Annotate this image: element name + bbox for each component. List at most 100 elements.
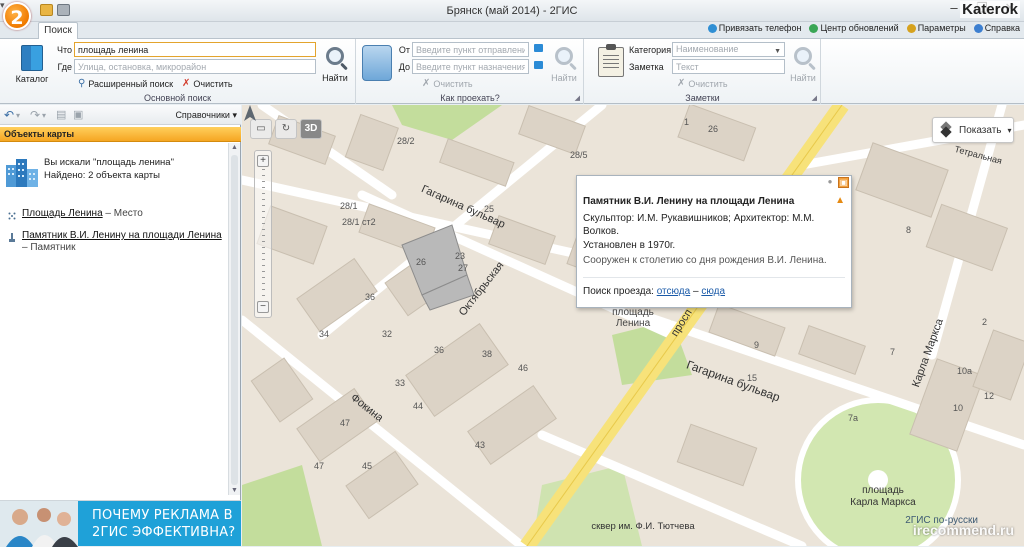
scroll-down-icon[interactable]: ▼ bbox=[231, 487, 238, 494]
from-pin-icon[interactable] bbox=[534, 44, 543, 52]
house-number: 7 bbox=[890, 347, 896, 357]
monument-icon bbox=[8, 233, 16, 242]
house-number: 12 bbox=[984, 391, 995, 401]
gear-icon bbox=[906, 23, 916, 33]
scroll-up-icon[interactable]: ▲ bbox=[231, 144, 238, 151]
notes-clear-button[interactable]: ✗ Очистить bbox=[677, 78, 728, 89]
where-input[interactable] bbox=[74, 59, 316, 74]
from-input[interactable] bbox=[412, 42, 529, 57]
refresh-icon bbox=[809, 23, 819, 33]
forward-dropdown-icon[interactable]: ▾ bbox=[42, 111, 46, 120]
category-select[interactable]: Наименование ▼ bbox=[672, 42, 785, 57]
what-input[interactable] bbox=[74, 42, 316, 57]
back-arrow-icon[interactable]: ↶ bbox=[4, 108, 14, 122]
clear-button[interactable]: ✗ Очистить bbox=[182, 78, 233, 89]
left-panel: ↶ ▾ ↷ ▾ ▤ ▣ Справочники ▾ Объекты карты … bbox=[0, 105, 241, 547]
popup-title: Памятник В.И. Ленину на площади Ленина bbox=[583, 196, 795, 207]
clear-icon: ✗ bbox=[182, 78, 191, 89]
notes-clipboard-icon bbox=[598, 44, 624, 77]
popup-route-search: Поиск проезда: отсюда – сюда bbox=[583, 286, 726, 297]
zoom-control[interactable]: + − bbox=[254, 150, 272, 318]
find-button[interactable]: Найти bbox=[318, 47, 352, 83]
username-watermark: Katerok bbox=[960, 1, 1020, 18]
found-count-text: Найдено: 2 объекта карты bbox=[44, 170, 160, 181]
notes-expand-icon[interactable]: ◢ bbox=[812, 94, 817, 102]
house-number: 7а bbox=[848, 413, 859, 423]
zoom-in-button[interactable]: + bbox=[257, 155, 269, 167]
house-number: 9 bbox=[754, 340, 760, 350]
route-expand-icon[interactable]: ◢ bbox=[575, 94, 580, 102]
export-icon[interactable]: ▣ bbox=[73, 108, 83, 121]
house-number: 44 bbox=[413, 401, 424, 411]
window-title: Брянск (май 2014) - 2ГИС bbox=[446, 5, 578, 17]
house-number: 27 bbox=[458, 263, 469, 273]
left-panel-scrollbar[interactable]: ▲ ▼ bbox=[228, 143, 240, 495]
link-update-center[interactable]: Центр обновлений bbox=[809, 23, 899, 33]
from-label: От bbox=[398, 45, 410, 55]
link-settings[interactable]: Параметры bbox=[906, 23, 966, 33]
top-links: Привязать телефон Центр обновлений Парам… bbox=[707, 23, 1020, 33]
house-number: 2 bbox=[982, 317, 988, 327]
object-popup: ● ▣ Памятник В.И. Ленину на площади Лени… bbox=[576, 175, 852, 308]
print-list-icon[interactable]: ▤ bbox=[56, 108, 66, 121]
zoom-slider-track[interactable] bbox=[262, 169, 265, 299]
route-clear-button[interactable]: ✗ Очистить bbox=[422, 78, 473, 89]
searched-query-text: Вы искали "площадь ленина" bbox=[44, 157, 174, 168]
app-logo[interactable]: 2 bbox=[3, 2, 31, 30]
popup-description: Сооружен к столетию со дня рождения В.И.… bbox=[583, 255, 827, 266]
ad-banner[interactable]: ПОЧЕМУ РЕКЛАМА В 2ГИС ЭФФЕКТИВНА? bbox=[0, 500, 241, 547]
note-label: Заметка bbox=[629, 62, 664, 72]
house-number: 32 bbox=[382, 329, 393, 339]
to-input[interactable] bbox=[412, 59, 529, 74]
forward-arrow-icon[interactable]: ↷ bbox=[30, 108, 40, 122]
house-number: 47 bbox=[340, 418, 351, 428]
back-dropdown-icon[interactable]: ▾ bbox=[16, 111, 20, 120]
result-item-monument[interactable]: Памятник В.И. Ленину на площади Ленина –… bbox=[22, 230, 222, 254]
popup-controls: ● ▣ bbox=[825, 177, 849, 188]
left-panel-toolbar: ↶ ▾ ↷ ▾ ▤ ▣ Справочники ▾ bbox=[0, 105, 241, 125]
note-input[interactable] bbox=[672, 59, 785, 74]
advanced-search-button[interactable]: ⚲ Расширенный поиск bbox=[78, 78, 173, 89]
house-number: 28/1 bbox=[340, 201, 358, 211]
compass-icon[interactable] bbox=[242, 105, 258, 127]
rotate-button[interactable]: ↻ bbox=[275, 119, 297, 139]
pin-icon[interactable]: ● bbox=[825, 177, 835, 187]
route-find-button[interactable]: Найти bbox=[547, 47, 581, 83]
group-main-search: Каталог Что Где Найти ⚲ Расширенный поис… bbox=[0, 39, 356, 104]
clear-icon: ✗ bbox=[677, 78, 686, 89]
map-view[interactable]: 28/2 28/5 28/1 28/1 ст2 23 26 25 27 36 3… bbox=[242, 105, 1024, 546]
result-item-place[interactable]: Площадь Ленина – Место bbox=[22, 208, 143, 220]
warning-icon[interactable]: ▲ bbox=[835, 195, 845, 206]
scroll-thumb[interactable] bbox=[231, 155, 238, 485]
popup-close-button[interactable]: ▣ bbox=[838, 177, 849, 188]
house-number: 34 bbox=[319, 329, 330, 339]
to-pin-icon[interactable] bbox=[534, 61, 543, 69]
where-label: Где bbox=[57, 62, 72, 72]
house-number: 38 bbox=[482, 349, 493, 359]
link-help[interactable]: Справка bbox=[973, 23, 1020, 33]
chevron-down-icon: ▾ bbox=[1007, 125, 1012, 135]
map-toolbar: ▭ ↻ 3D bbox=[250, 119, 322, 139]
house-number: 1 bbox=[684, 117, 690, 127]
zoom-out-button[interactable]: − bbox=[257, 301, 269, 313]
title-bar: ▾ Брянск (май 2014) - 2ГИС – ❐ ✕ Katerok bbox=[0, 0, 1024, 22]
route-from-here-link[interactable]: отсюда bbox=[657, 286, 691, 297]
house-number: 28/2 bbox=[397, 136, 415, 146]
notes-find-button[interactable]: Найти bbox=[786, 47, 820, 83]
phone-icon bbox=[707, 23, 717, 33]
house-number: 36 bbox=[365, 292, 376, 302]
house-number: 43 bbox=[475, 440, 486, 450]
route-to-here-link[interactable]: сюда bbox=[701, 286, 725, 297]
to-label: До bbox=[398, 62, 410, 72]
group-label-main-search: Основной поиск bbox=[143, 93, 212, 103]
place-label: сквер им. Ф.И. Тютчева bbox=[591, 521, 695, 532]
ad-text: ПОЧЕМУ РЕКЛАМА В 2ГИС ЭФФЕКТИВНА? bbox=[92, 508, 236, 540]
place-label: площадь Ленина bbox=[612, 307, 654, 329]
tab-search[interactable]: Поиск bbox=[38, 22, 78, 39]
3d-toggle-button[interactable]: 3D bbox=[300, 119, 322, 139]
link-bind-phone[interactable]: Привязать телефон bbox=[707, 23, 801, 33]
show-layers-button[interactable]: Показать ▾ bbox=[932, 117, 1014, 143]
search-icon bbox=[555, 47, 573, 65]
handbooks-dropdown[interactable]: Справочники ▾ bbox=[175, 110, 237, 121]
catalog-button[interactable]: Каталог bbox=[12, 45, 52, 84]
